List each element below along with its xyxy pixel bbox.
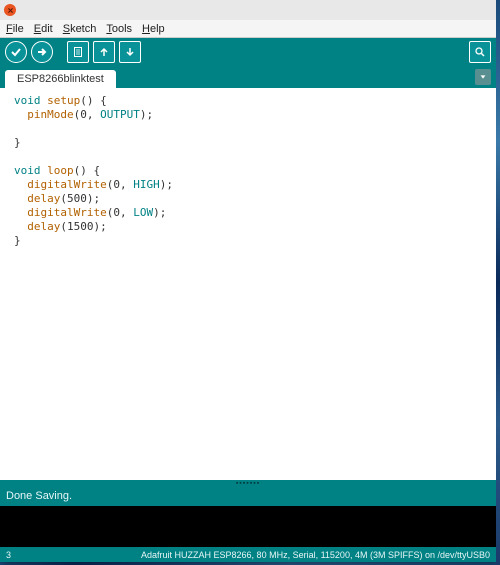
arrow-right-icon	[36, 46, 48, 58]
arrow-up-icon	[98, 46, 110, 58]
serial-monitor-button[interactable]	[469, 41, 491, 63]
verify-button[interactable]	[5, 41, 27, 63]
tab-menu-button[interactable]	[475, 69, 491, 85]
status-bar: Done Saving.	[0, 488, 496, 506]
board-info: Adafruit HUZZAH ESP8266, 80 MHz, Serial,…	[141, 550, 490, 560]
arduino-ide-window: File Edit Sketch Tools Help ESP8266blink…	[0, 0, 496, 562]
menu-tools[interactable]: Tools	[106, 23, 132, 35]
file-icon	[72, 46, 84, 58]
output-console[interactable]	[0, 506, 496, 547]
menubar: File Edit Sketch Tools Help	[0, 20, 496, 38]
code-content: void setup() { pinMode(0, OUTPUT); } voi…	[14, 94, 496, 248]
window-close-button[interactable]	[4, 4, 16, 16]
chevron-down-icon	[479, 73, 487, 81]
splitter-grip[interactable]: ▪▪▪▪▪▪▪	[0, 480, 496, 488]
status-message: Done Saving.	[6, 490, 72, 502]
line-number: 3	[6, 550, 11, 560]
toolbar	[0, 38, 496, 66]
menu-sketch[interactable]: Sketch	[63, 23, 97, 35]
open-sketch-button[interactable]	[93, 41, 115, 63]
magnifier-icon	[474, 46, 486, 58]
menu-help[interactable]: Help	[142, 23, 165, 35]
menu-file[interactable]: File	[6, 23, 24, 35]
footer-bar: 3 Adafruit HUZZAH ESP8266, 80 MHz, Seria…	[0, 547, 496, 562]
menu-edit[interactable]: Edit	[34, 23, 53, 35]
tab-bar: ESP8266blinktest	[0, 66, 496, 88]
new-sketch-button[interactable]	[67, 41, 89, 63]
code-editor[interactable]: void setup() { pinMode(0, OUTPUT); } voi…	[0, 88, 496, 480]
sketch-tab[interactable]: ESP8266blinktest	[5, 70, 116, 88]
save-sketch-button[interactable]	[119, 41, 141, 63]
window-titlebar[interactable]	[0, 0, 496, 20]
arrow-down-icon	[124, 46, 136, 58]
tab-label: ESP8266blinktest	[17, 73, 104, 85]
check-icon	[10, 46, 22, 58]
upload-button[interactable]	[31, 41, 53, 63]
close-icon	[7, 7, 14, 14]
